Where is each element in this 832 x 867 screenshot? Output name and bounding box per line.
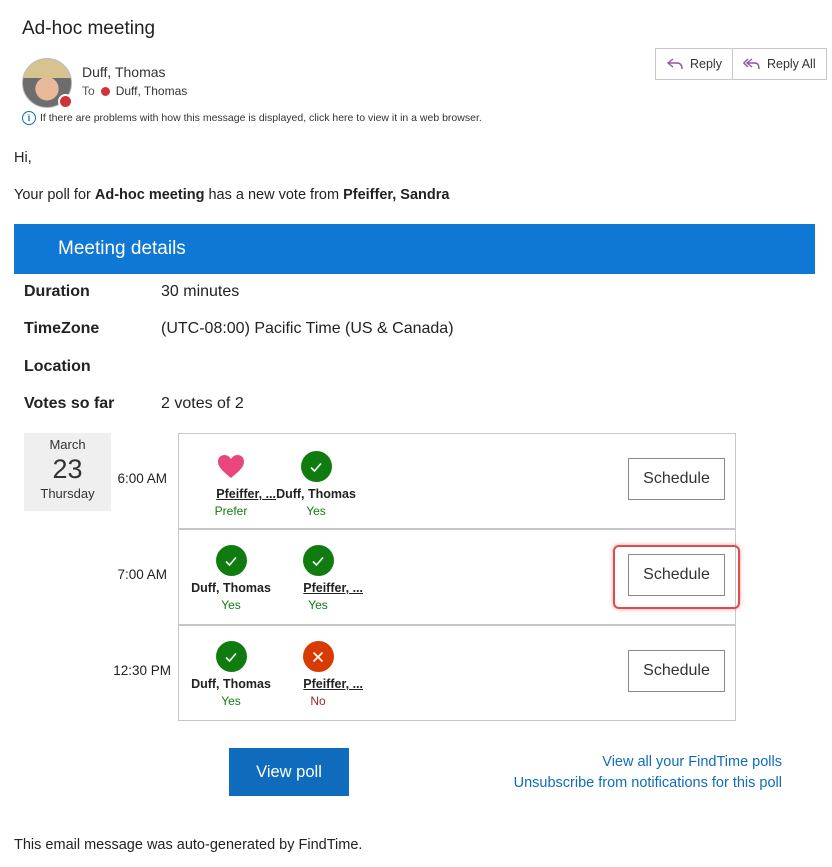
time-slot-label: 7:00 AM	[117, 567, 167, 582]
view-all-polls-link[interactable]: View all your FindTime polls	[602, 754, 782, 770]
heart-icon	[216, 451, 247, 482]
email-subject: Ad-hoc meeting	[22, 18, 156, 39]
timezone-label: TimeZone	[24, 320, 100, 337]
vote-entry: Pfeiffer, ... Yes	[273, 545, 363, 612]
vote-response: Yes	[221, 598, 241, 612]
vote-entry: Duff, Thomas Yes	[271, 451, 361, 518]
x-icon	[302, 641, 334, 672]
location-label: Location	[24, 358, 91, 375]
voter-name-link[interactable]: Pfeiffer, ...	[273, 677, 363, 691]
schedule-button[interactable]: Schedule	[628, 650, 725, 692]
display-notice-text[interactable]: If there are problems with how this mess…	[40, 112, 482, 124]
check-icon	[215, 545, 247, 576]
vote-entry: Pfeiffer, ... No	[273, 641, 363, 708]
reply-all-button[interactable]: Reply All	[731, 49, 826, 79]
timezone-value: (UTC-08:00) Pacific Time (US & Canada)	[161, 320, 454, 337]
voter-name-link[interactable]: Pfeiffer, ...	[273, 581, 363, 595]
intro-prefix: Your poll for	[14, 187, 95, 203]
vote-entry: Pfeiffer, ... Prefer	[186, 451, 276, 518]
voter-name-link[interactable]: Pfeiffer, ...	[186, 487, 276, 501]
reply-button[interactable]: Reply	[656, 49, 732, 79]
voter-name: Duff, Thomas	[191, 581, 271, 595]
time-slot-row: Pfeiffer, ... Prefer Duff, Thomas Yes Sc…	[178, 433, 736, 529]
time-slot-row: Duff, Thomas Yes Pfeiffer, ... No Schedu…	[178, 625, 736, 721]
display-notice[interactable]: i If there are problems with how this me…	[22, 111, 482, 125]
sender-avatar[interactable]	[22, 58, 73, 109]
intro-text: Your poll for Ad-hoc meeting has a new v…	[14, 187, 449, 203]
date-month: March	[49, 437, 86, 452]
vote-response: No	[310, 694, 326, 708]
sender-name[interactable]: Duff, Thomas	[82, 64, 166, 80]
voter-name: Duff, Thomas	[276, 487, 356, 501]
voter-name: Pfeiffer, Sandra	[343, 187, 450, 203]
votes-value: 2 votes of 2	[161, 395, 244, 412]
recipient-presence-icon	[100, 86, 110, 96]
time-slot-label: 12:30 PM	[113, 663, 171, 678]
vote-response: Yes	[221, 694, 241, 708]
date-day: 23	[52, 454, 83, 484]
info-icon: i	[22, 111, 36, 125]
schedule-button[interactable]: Schedule	[628, 458, 725, 500]
intro-mid: has a new vote from	[204, 187, 344, 203]
vote-response: Prefer	[214, 504, 248, 518]
vote-response: Yes	[306, 504, 326, 518]
vote-entry: Duff, Thomas Yes	[186, 545, 276, 612]
greeting: Hi,	[14, 150, 32, 166]
reply-icon	[666, 58, 683, 70]
voter-name: Duff, Thomas	[191, 677, 271, 691]
presence-busy-icon	[58, 94, 73, 109]
votes-label: Votes so far	[24, 395, 115, 412]
schedule-button-highlight	[613, 545, 740, 609]
unsubscribe-link[interactable]: Unsubscribe from notifications for this …	[514, 775, 782, 791]
reply-toolbar: Reply Reply All	[655, 48, 827, 80]
recipient-name[interactable]: Duff, Thomas	[116, 84, 188, 98]
poll-name: Ad-hoc meeting	[94, 187, 205, 203]
check-icon	[215, 641, 247, 672]
check-icon	[302, 545, 334, 576]
meeting-details-banner: Meeting details	[14, 224, 815, 274]
check-icon	[300, 451, 332, 482]
reply-all-icon	[742, 58, 760, 70]
view-poll-button[interactable]: View poll	[229, 748, 349, 796]
date-tile: March 23 Thursday	[24, 433, 111, 511]
reply-all-label: Reply All	[766, 57, 816, 71]
duration-label: Duration	[24, 283, 90, 300]
vote-entry: Duff, Thomas Yes	[186, 641, 276, 708]
footer-text: This email message was auto-generated by…	[14, 837, 363, 853]
vote-response: Yes	[308, 598, 328, 612]
to-label: To	[82, 84, 95, 98]
duration-value: 30 minutes	[161, 283, 240, 300]
reply-label: Reply	[690, 57, 722, 71]
time-slot-label: 6:00 AM	[117, 471, 167, 486]
banner-title: Meeting details	[58, 238, 186, 259]
date-weekday: Thursday	[40, 486, 95, 501]
recipient-row: To Duff, Thomas	[82, 84, 187, 98]
